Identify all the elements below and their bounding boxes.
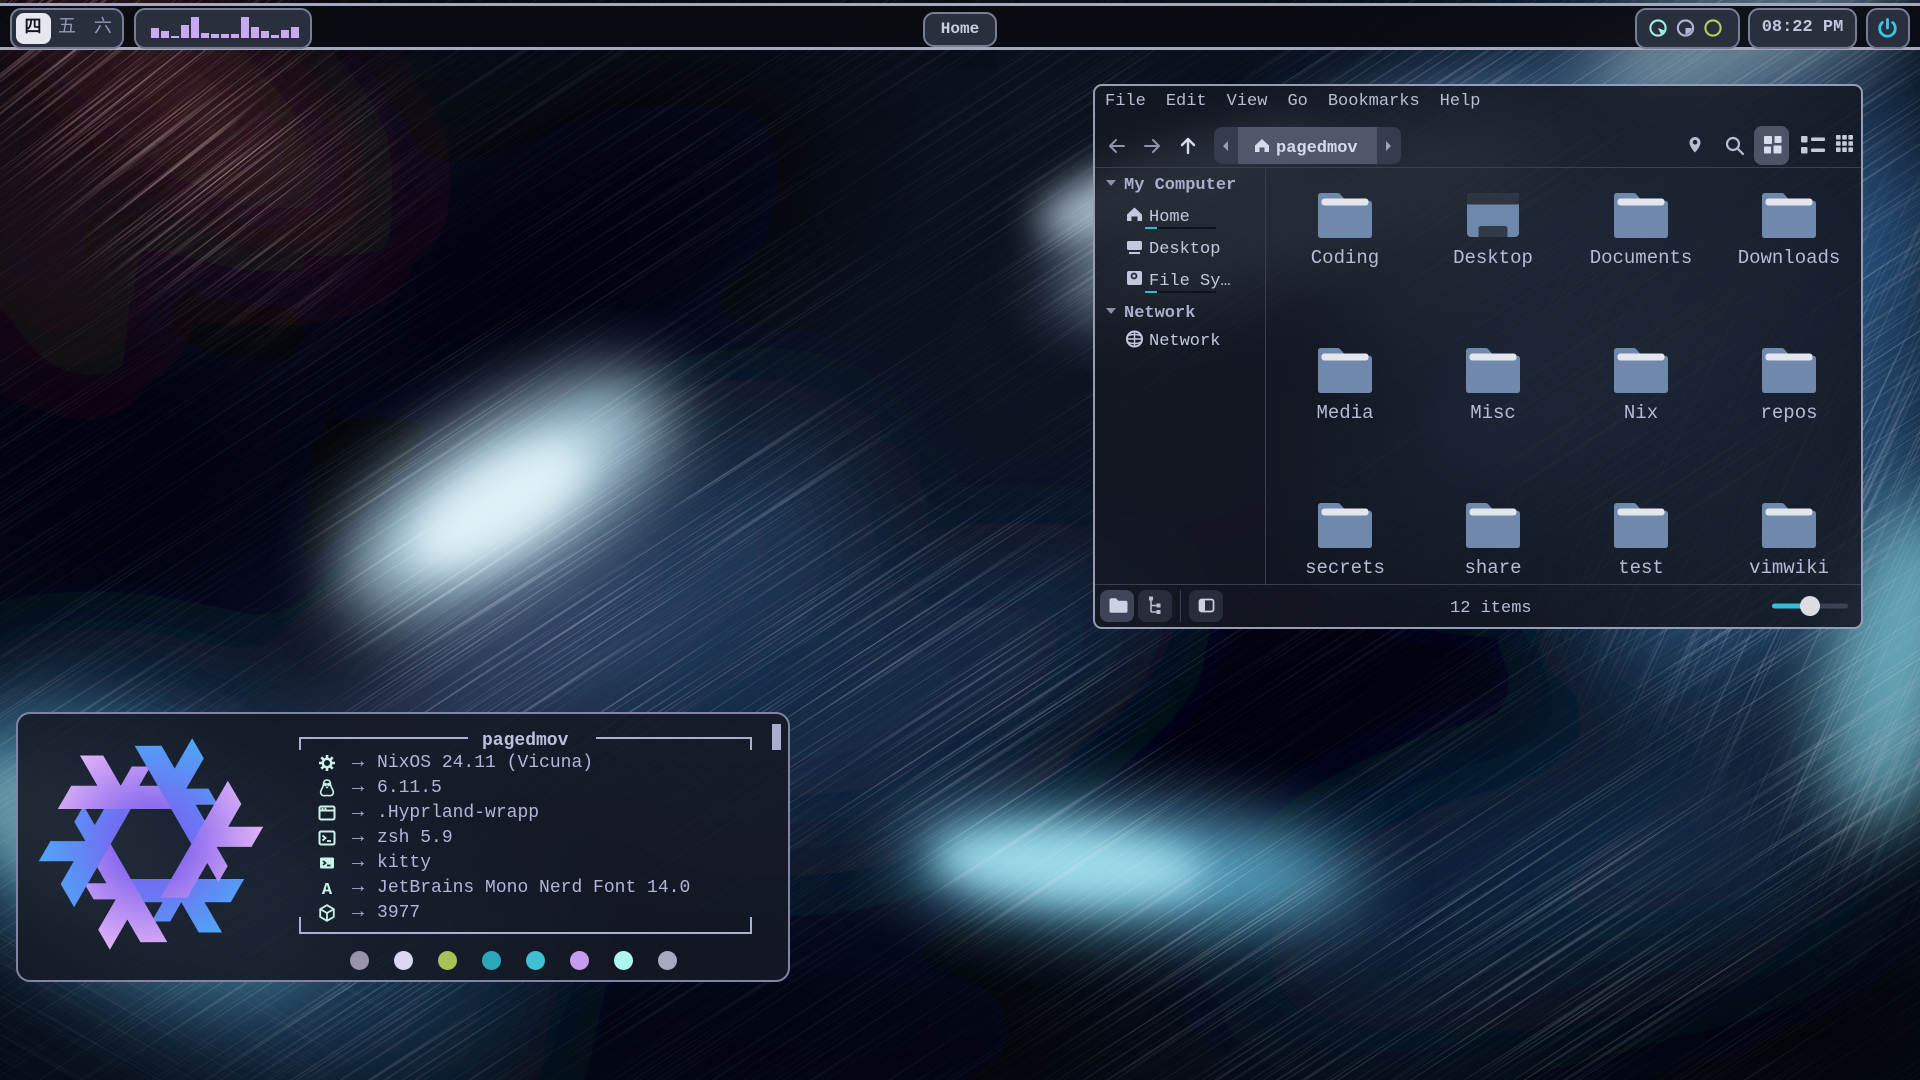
svg-text:pagedmov: pagedmov bbox=[482, 731, 569, 751]
svg-text:A: A bbox=[322, 881, 333, 898]
svg-text:My Computer: My Computer bbox=[1124, 176, 1236, 195]
svg-text:Home: Home bbox=[1149, 208, 1190, 227]
svg-text:Network: Network bbox=[1124, 304, 1195, 323]
svg-text:12 items: 12 items bbox=[1450, 599, 1532, 618]
svg-text:pagedmov: pagedmov bbox=[1276, 139, 1358, 158]
svg-text:Network: Network bbox=[1149, 332, 1220, 351]
svg-text:Desktop: Desktop bbox=[1149, 240, 1220, 259]
svg-text:File Sy…: File Sy… bbox=[1149, 272, 1231, 291]
